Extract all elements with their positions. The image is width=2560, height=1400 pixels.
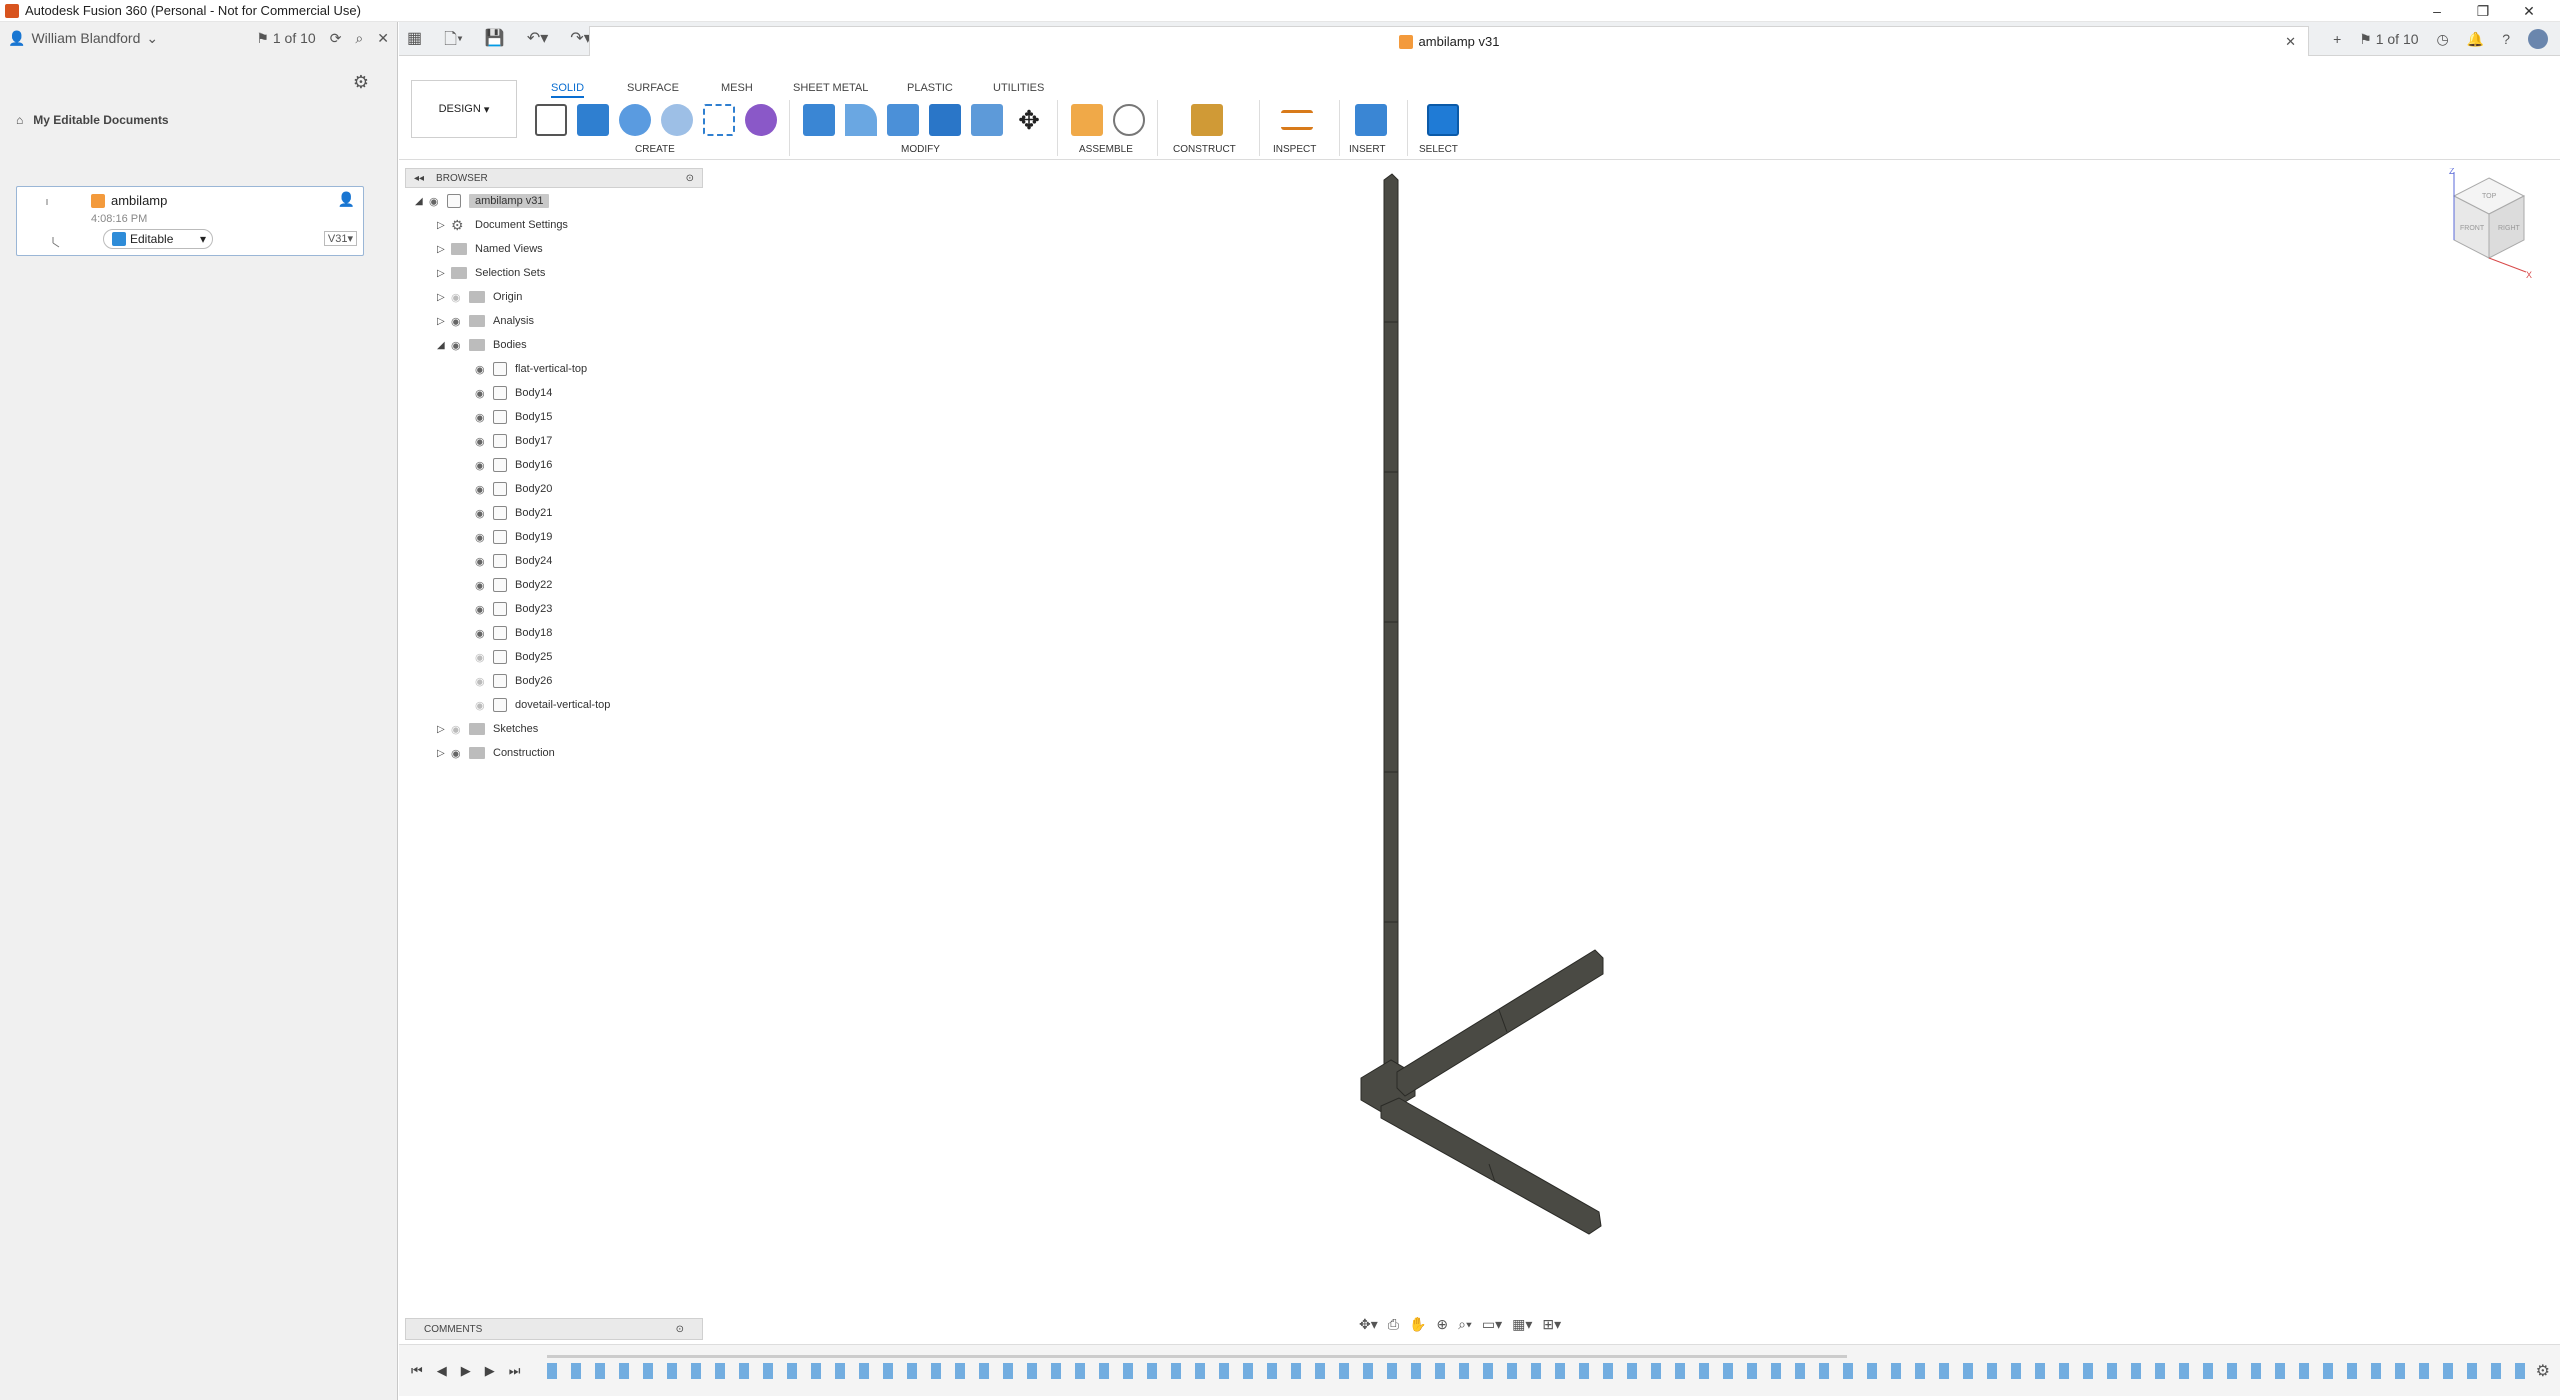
document-card[interactable]: ambilamp 4:08:16 PM Editable ▾ V31▾ 👤 <box>16 186 364 256</box>
canvas-area: ▦ 🗋▾ 💾 ↶▾ ↷▾ ambilamp v31 ✕ + ⚑ 1 of 10 … <box>399 22 2560 1400</box>
document-name: ambilamp <box>111 193 168 208</box>
user-name: William Blandford <box>31 30 141 46</box>
home-icon[interactable]: ⌂ <box>16 113 23 127</box>
document-thumbnail <box>29 193 89 251</box>
breadcrumb: ⌂ My Editable Documents <box>16 113 169 127</box>
fusion-logo-icon <box>5 3 19 18</box>
timeline-scrollbar[interactable] <box>547 1355 1847 1358</box>
previous-step-icon[interactable]: ◀ <box>437 1363 447 1379</box>
status-dropdown[interactable]: Editable ▾ <box>103 229 213 249</box>
timeline: ⏮ ◀ ▶ ▶ ⏭ ⚙ <box>399 1344 2560 1396</box>
timeline-features[interactable] <box>547 1363 2537 1379</box>
minimize-button[interactable]: – <box>2414 0 2460 22</box>
close-button[interactable]: ✕ <box>2506 0 2552 22</box>
base-arm-right <box>1396 949 1604 1097</box>
chevron-down-icon: ⌄ <box>146 29 159 46</box>
lamp-model[interactable] <box>399 22 2560 1322</box>
settings-gear-icon[interactable]: ⚙ <box>353 72 369 93</box>
search-icon[interactable]: ⌕ <box>355 30 363 47</box>
design-file-icon <box>91 193 105 208</box>
restore-button[interactable]: ❐ <box>2460 0 2506 22</box>
user-menu[interactable]: 👤 William Blandford ⌄ <box>8 30 158 47</box>
close-panel-icon[interactable]: ✕ <box>377 30 389 47</box>
last-step-icon[interactable]: ⏭ <box>509 1363 521 1379</box>
base-arm-front <box>1380 1097 1602 1235</box>
documents-pager[interactable]: ⚑ 1 of 10 <box>256 30 315 47</box>
play-icon[interactable]: ▶ <box>461 1363 471 1379</box>
next-step-icon[interactable]: ▶ <box>485 1363 495 1379</box>
timeline-settings-icon[interactable]: ⚙ <box>2536 1361 2550 1381</box>
vertical-post <box>1383 173 1399 1093</box>
first-step-icon[interactable]: ⏮ <box>411 1363 423 1379</box>
version-dropdown[interactable]: V31▾ <box>323 231 357 246</box>
app-title: Autodesk Fusion 360 (Personal - Not for … <box>25 3 361 18</box>
title-bar: Autodesk Fusion 360 (Personal - Not for … <box>0 0 2560 22</box>
person-icon: 👤 <box>8 29 26 46</box>
data-panel: 👤 William Blandford ⌄ ⚑ 1 of 10 ⟳ ⌕ ✕ ⚙ … <box>0 22 398 1400</box>
breadcrumb-folder[interactable]: My Editable Documents <box>33 113 168 127</box>
comments-title: COMMENTS <box>424 1323 483 1335</box>
editable-icon <box>112 232 126 246</box>
document-time: 4:08:16 PM <box>91 213 148 225</box>
pin-icon[interactable]: ⊙ <box>676 1324 684 1335</box>
person-lock-icon: 👤 <box>337 191 355 207</box>
refresh-icon[interactable]: ⟳ <box>330 30 342 47</box>
